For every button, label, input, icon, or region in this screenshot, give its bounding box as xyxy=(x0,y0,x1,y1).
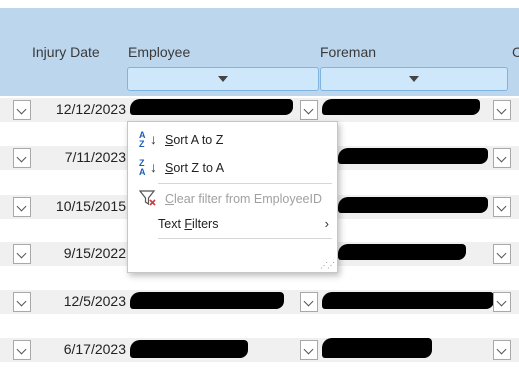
chevron-down-icon xyxy=(16,104,27,115)
row-combo-button[interactable] xyxy=(13,100,31,120)
redacted-foreman xyxy=(322,292,494,309)
menu-separator xyxy=(158,183,332,184)
foreman-combo-button[interactable] xyxy=(493,197,511,217)
employee-filter-dropdown[interactable] xyxy=(127,67,319,91)
chevron-down-icon xyxy=(303,344,314,355)
redacted-foreman xyxy=(322,99,480,115)
employee-combo-button[interactable] xyxy=(300,100,318,120)
menu-separator xyxy=(158,238,332,239)
chevron-down-icon xyxy=(303,104,314,115)
column-header-foreman[interactable]: Foreman xyxy=(320,44,376,60)
filter-context-menu: AZ ↓ Sort A to Z ZA ↓ Sort Z to A Clear … xyxy=(127,121,338,273)
employee-combo-button[interactable] xyxy=(300,292,318,312)
clear-filter-item[interactable]: Clear filter from EmployeeID xyxy=(128,187,337,211)
foreman-combo-button[interactable] xyxy=(493,340,511,360)
column-header-partial: C xyxy=(512,44,519,60)
redacted-foreman xyxy=(338,197,488,213)
column-header-employee[interactable]: Employee xyxy=(128,44,190,60)
foreman-combo-button[interactable] xyxy=(493,100,511,120)
chevron-down-icon xyxy=(496,152,507,163)
redacted-employee xyxy=(130,292,284,309)
foreman-filter-dropdown[interactable] xyxy=(320,67,508,91)
employee-combo-button[interactable] xyxy=(300,340,318,360)
row-combo-button[interactable] xyxy=(13,148,31,168)
injury-date-cell[interactable]: 12/12/2023 xyxy=(34,101,126,117)
injury-date-cell[interactable]: 9/15/2022 xyxy=(34,245,126,261)
sort-ascending-icon: AZ ↓ xyxy=(139,130,157,149)
column-header-injury-date[interactable]: Injury Date xyxy=(32,44,100,60)
chevron-down-icon xyxy=(16,344,27,355)
injury-date-cell[interactable]: 6/17/2023 xyxy=(34,341,126,357)
foreman-combo-button[interactable] xyxy=(493,292,511,312)
chevron-down-icon xyxy=(496,248,507,259)
sort-descending-icon: ZA ↓ xyxy=(139,158,157,177)
chevron-down-icon xyxy=(496,296,507,307)
chevron-down-icon xyxy=(496,104,507,115)
resize-grip-icon[interactable]: ⋰⋰ xyxy=(320,261,335,270)
chevron-down-icon xyxy=(496,344,507,355)
injury-date-cell[interactable]: 7/11/2023 xyxy=(34,149,126,165)
chevron-down-icon xyxy=(16,152,27,163)
row-combo-button[interactable] xyxy=(13,292,31,312)
dropdown-triangle-icon xyxy=(218,76,228,82)
sort-z-to-a-item[interactable]: ZA ↓ Sort Z to A xyxy=(128,156,337,180)
redacted-employee xyxy=(130,99,293,115)
chevron-down-icon xyxy=(496,201,507,212)
injury-date-cell[interactable]: 10/15/2015 xyxy=(34,198,126,214)
sort-a-to-z-item[interactable]: AZ ↓ Sort A to Z xyxy=(128,128,337,152)
row-combo-button[interactable] xyxy=(13,340,31,360)
chevron-down-icon xyxy=(16,296,27,307)
row-combo-button[interactable] xyxy=(13,244,31,264)
redacted-foreman xyxy=(338,244,466,260)
foreman-combo-button[interactable] xyxy=(493,148,511,168)
dropdown-triangle-icon xyxy=(409,76,419,82)
redacted-foreman xyxy=(322,338,432,358)
chevron-down-icon xyxy=(16,201,27,212)
injury-date-cell[interactable]: 12/5/2023 xyxy=(34,293,126,309)
clear-filter-icon xyxy=(138,189,161,209)
chevron-down-icon xyxy=(303,296,314,307)
foreman-combo-button[interactable] xyxy=(493,244,511,264)
chevron-down-icon xyxy=(16,248,27,259)
text-filters-item[interactable]: Text Filters › xyxy=(128,212,337,236)
redacted-foreman xyxy=(338,148,488,164)
redacted-employee xyxy=(130,340,248,358)
chevron-right-icon: › xyxy=(324,216,329,231)
row-combo-button[interactable] xyxy=(13,197,31,217)
